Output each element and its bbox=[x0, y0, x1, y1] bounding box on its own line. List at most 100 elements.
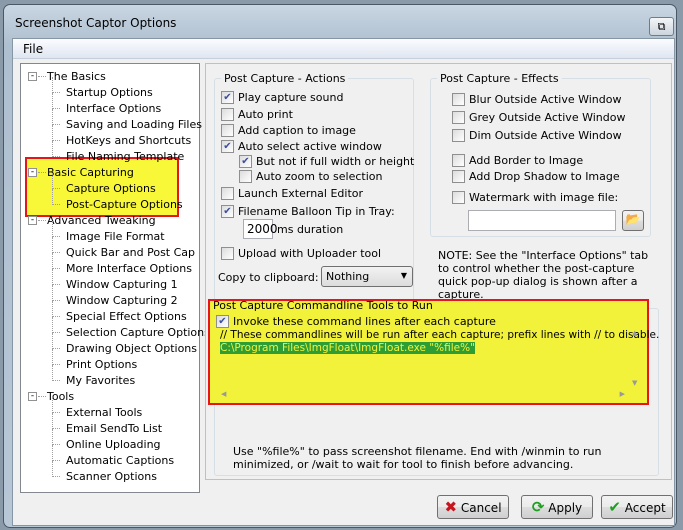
tree-line bbox=[38, 220, 46, 221]
tree-item[interactable]: Window Capturing 1 bbox=[52, 269, 178, 292]
options-tree[interactable]: - The Basics Startup Options Interface Opti… bbox=[20, 63, 210, 493]
shadow-checkbox[interactable]: Add Drop Shadow to Image bbox=[452, 170, 620, 184]
tree-item[interactable]: - The Basics bbox=[28, 69, 106, 84]
tree-line bbox=[52, 188, 60, 189]
tree-item[interactable]: Scanner Options bbox=[52, 461, 157, 484]
dim-checkbox[interactable]: Dim Outside Active Window bbox=[452, 129, 622, 143]
tree-item[interactable]: Automatic Captions bbox=[52, 445, 175, 468]
tree-line bbox=[52, 156, 60, 157]
tree-item[interactable]: Email SendTo List bbox=[52, 413, 163, 436]
cancel-button[interactable]: ✖ Cancel bbox=[437, 495, 509, 519]
checkbox-icon: ✔ bbox=[239, 155, 252, 168]
tree-line bbox=[52, 397, 53, 413]
tree-item[interactable]: File Naming Template bbox=[52, 141, 184, 164]
command-line-2[interactable]: C:\Program Files\ImgFloat\ImgFloat.exe "… bbox=[220, 342, 475, 354]
tree-line bbox=[52, 140, 60, 141]
auto-select-checkbox[interactable]: ✔ Auto select active window bbox=[221, 140, 382, 154]
invoke-checkbox[interactable]: ✔ Invoke these command lines after each c… bbox=[216, 315, 496, 329]
tree-item-label: Advanced Tweaking bbox=[47, 214, 156, 227]
tree-item-label: Email SendTo List bbox=[66, 422, 163, 435]
tree-item[interactable]: Window Capturing 2 bbox=[52, 285, 178, 308]
restore-button[interactable]: ⧉ bbox=[649, 17, 674, 36]
menu-file[interactable]: File bbox=[23, 42, 43, 56]
clipboard-label: Copy to clipboard: bbox=[218, 271, 319, 284]
tree-item[interactable]: Selection Capture Options bbox=[52, 317, 210, 340]
watermark-file-input[interactable] bbox=[468, 210, 616, 231]
apply-button[interactable]: ⟳ Apply bbox=[521, 495, 593, 519]
duration-input[interactable]: 2000 bbox=[243, 219, 278, 239]
tree-item-label: Startup Options bbox=[66, 86, 153, 99]
tree-item[interactable]: Interface Options bbox=[52, 93, 161, 116]
collapse-icon[interactable]: - bbox=[28, 168, 37, 177]
tree-item[interactable]: More Interface Options bbox=[52, 253, 192, 276]
label: Play capture sound bbox=[238, 91, 344, 104]
collapse-icon[interactable]: - bbox=[28, 72, 37, 81]
checkbox-icon: ✔ bbox=[216, 315, 229, 328]
collapse-icon[interactable]: - bbox=[28, 392, 37, 401]
auto-zoom-checkbox[interactable]: Auto zoom to selection bbox=[239, 170, 382, 184]
tree-item[interactable]: Drawing Object Options bbox=[52, 333, 197, 356]
accept-button[interactable]: ✔ Accept bbox=[601, 495, 673, 519]
tree-line bbox=[52, 237, 53, 253]
tree-line bbox=[52, 269, 53, 285]
checkmark-icon: ✔ bbox=[608, 498, 621, 516]
tree-item[interactable]: Special Effect Options bbox=[52, 301, 187, 324]
border-checkbox[interactable]: Add Border to Image bbox=[452, 154, 583, 168]
tree-item-label: Special Effect Options bbox=[66, 310, 187, 323]
tree-line bbox=[52, 125, 53, 141]
tree-item[interactable]: Capture Options bbox=[52, 173, 156, 196]
tree-item-label: More Interface Options bbox=[66, 262, 192, 275]
watermark-checkbox[interactable]: Watermark with image file: bbox=[452, 191, 618, 205]
tree-line bbox=[52, 285, 53, 301]
clipboard-select[interactable]: Nothing ▼ bbox=[321, 266, 413, 287]
tree-item[interactable]: - Basic Capturing bbox=[28, 165, 134, 180]
checkbox-icon bbox=[452, 93, 465, 106]
tree-item[interactable]: Image File Format bbox=[52, 221, 165, 244]
label: Cancel bbox=[460, 501, 502, 515]
balloon-tip-checkbox[interactable]: ✔ Filename Balloon Tip in Tray: bbox=[221, 205, 395, 219]
tree-item[interactable]: External Tools bbox=[52, 397, 142, 420]
checkbox-icon bbox=[452, 191, 465, 204]
tree-line bbox=[52, 236, 60, 237]
tree-item[interactable]: - Advanced Tweaking bbox=[28, 213, 156, 228]
command-line-1: // These commandlines will be run after … bbox=[220, 329, 660, 341]
tree-item[interactable]: Online Uploading bbox=[52, 429, 161, 452]
checkbox-icon bbox=[452, 111, 465, 124]
not-full-checkbox[interactable]: ✔ But not if full width or height bbox=[239, 155, 414, 169]
vertical-scrollbar[interactable]: ▲ ▼ bbox=[628, 327, 644, 389]
clipboard-value: Nothing bbox=[326, 270, 370, 283]
tree-item-label: Scanner Options bbox=[66, 470, 157, 483]
label: Add caption to image bbox=[238, 124, 356, 137]
horizontal-scrollbar[interactable]: ◀ ▶ bbox=[218, 388, 628, 403]
tree-item[interactable]: HotKeys and Shortcuts bbox=[52, 125, 191, 148]
add-caption-checkbox[interactable]: Add caption to image bbox=[221, 124, 356, 138]
tree-item[interactable]: Saving and Loading Files bbox=[52, 109, 202, 132]
tree-item-label: Image File Format bbox=[66, 230, 165, 243]
tree-item[interactable]: Post-Capture Options bbox=[52, 189, 183, 212]
tree-item[interactable]: Startup Options bbox=[52, 77, 153, 100]
label: Upload with Uploader tool bbox=[238, 247, 382, 260]
collapse-icon[interactable]: - bbox=[28, 216, 37, 225]
label: Auto select active window bbox=[238, 140, 382, 153]
label: Auto zoom to selection bbox=[256, 170, 383, 183]
play-sound-checkbox[interactable]: ✔ Play capture sound bbox=[221, 91, 343, 105]
label: Apply bbox=[548, 501, 583, 515]
blur-checkbox[interactable]: Blur Outside Active Window bbox=[452, 93, 621, 107]
upload-checkbox[interactable]: Upload with Uploader tool bbox=[221, 247, 381, 261]
browse-button[interactable]: 📂 bbox=[622, 210, 644, 231]
tree-item[interactable]: My Favorites bbox=[52, 365, 135, 388]
commandline-textarea[interactable]: Post Capture Commandline Tools to Run ✔ I… bbox=[208, 299, 659, 405]
launch-editor-checkbox[interactable]: Launch External Editor bbox=[221, 187, 363, 201]
tree-item[interactable]: Quick Bar and Post Cap bbox=[52, 237, 195, 260]
checkbox-icon bbox=[221, 108, 234, 121]
tree-line bbox=[52, 253, 53, 269]
tree-item-label: The Basics bbox=[47, 70, 106, 83]
grey-checkbox[interactable]: Grey Outside Active Window bbox=[452, 111, 625, 125]
x-icon: ✖ bbox=[444, 498, 458, 516]
tree-line bbox=[52, 333, 53, 349]
tree-item[interactable]: Print Options bbox=[52, 349, 137, 372]
tree-item-label: Automatic Captions bbox=[66, 454, 175, 467]
menu-bar: File bbox=[13, 39, 674, 59]
tree-line bbox=[52, 92, 60, 93]
auto-print-checkbox[interactable]: Auto print bbox=[221, 108, 293, 122]
